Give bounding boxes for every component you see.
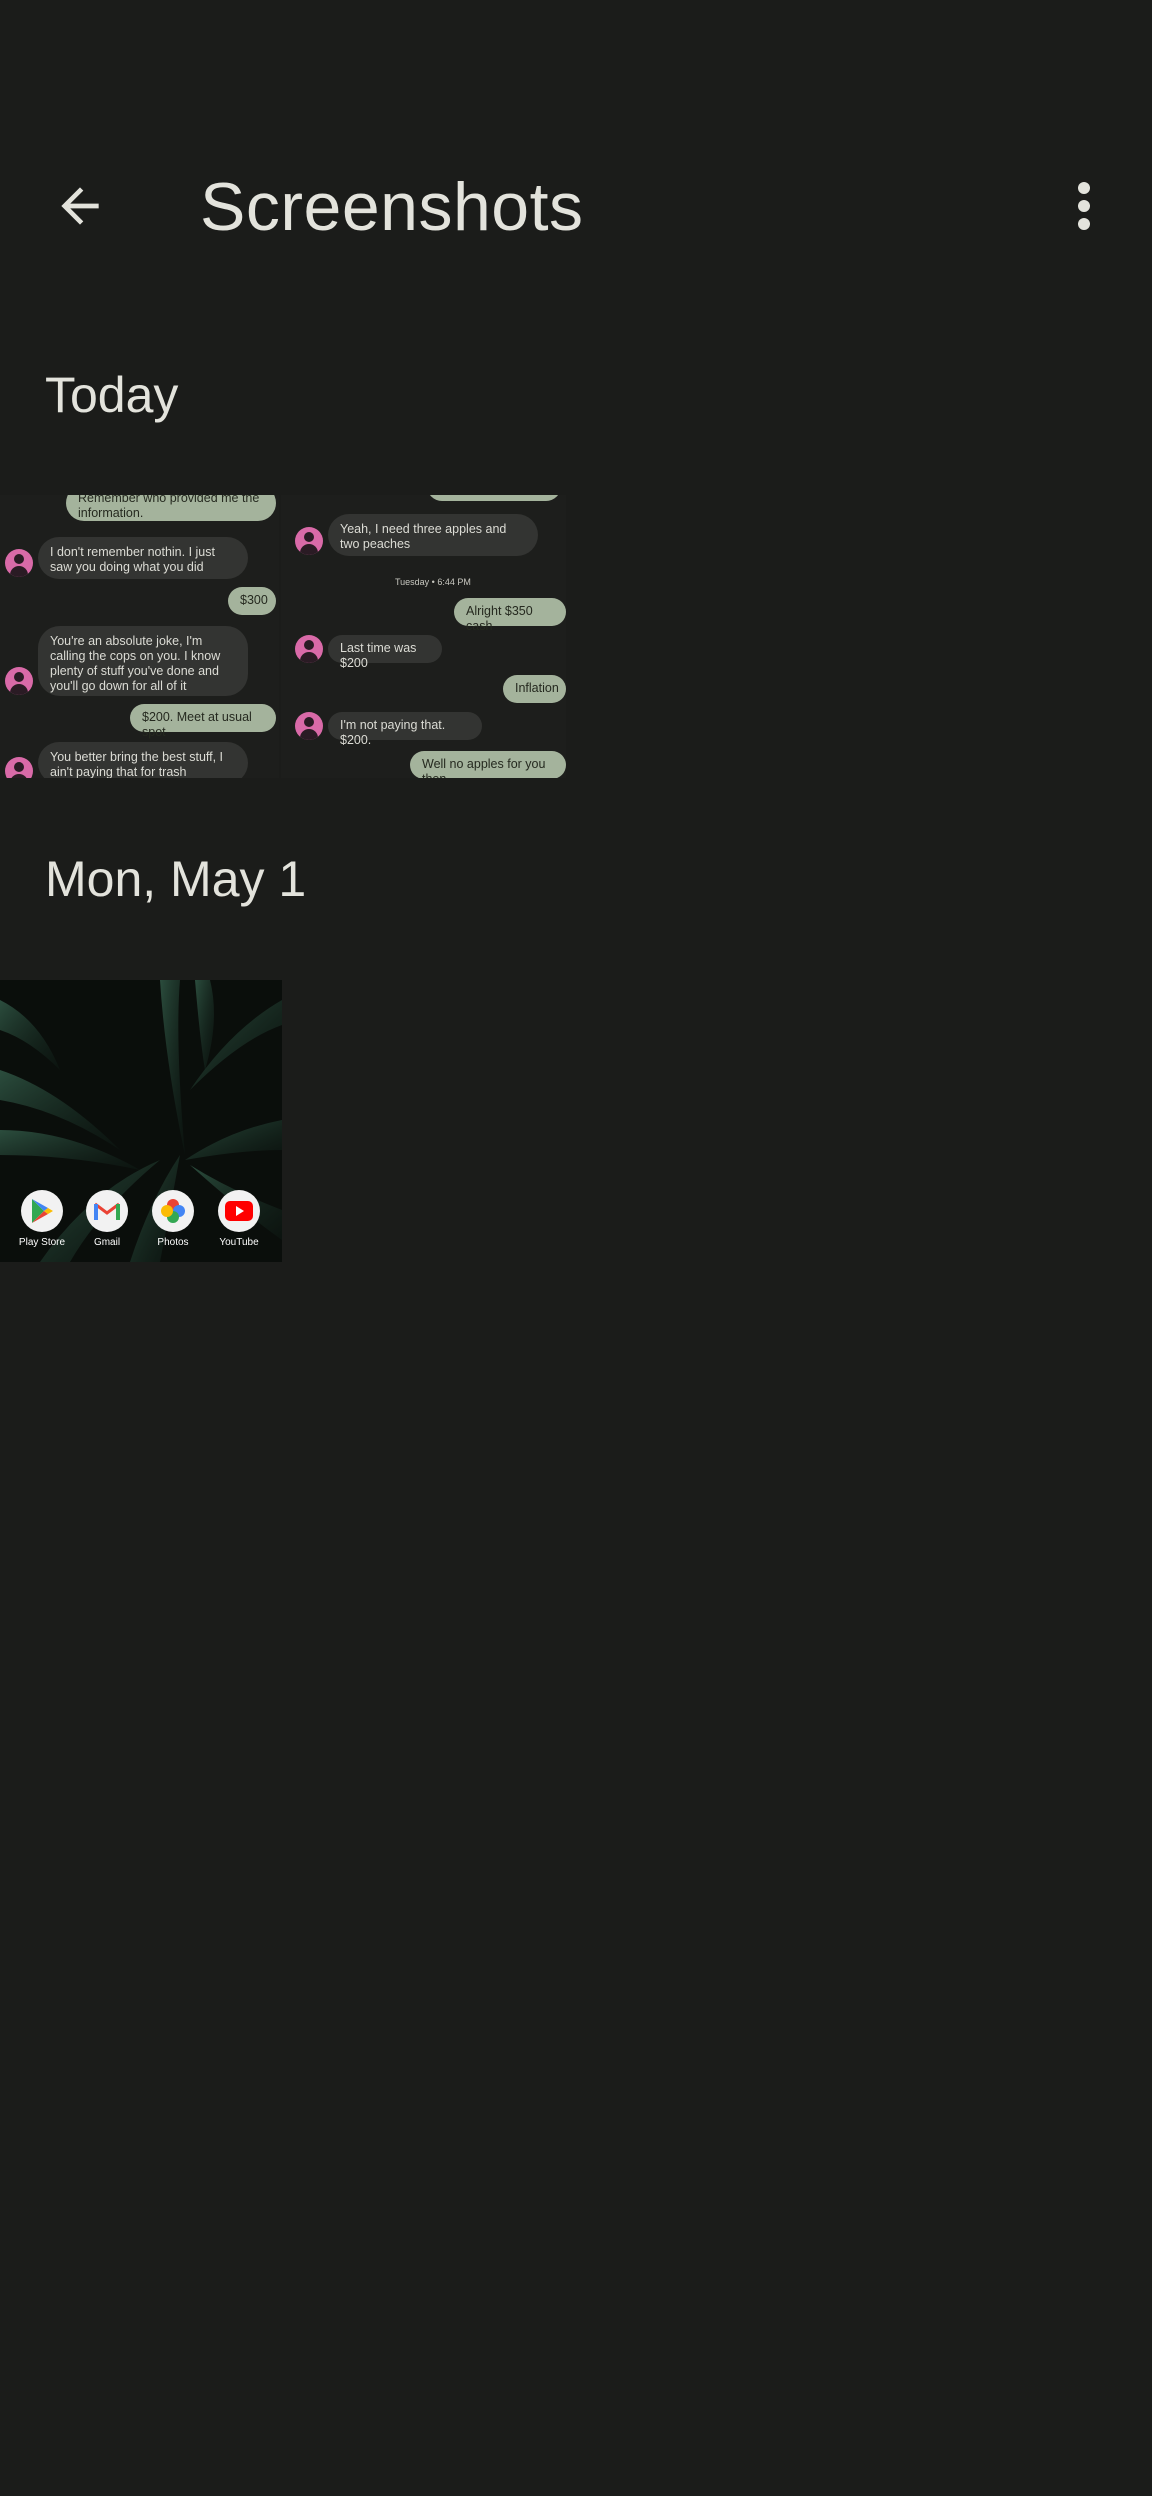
gmail-icon	[86, 1190, 128, 1232]
more-options-button[interactable]	[1044, 166, 1124, 246]
contact-avatar	[295, 712, 323, 740]
photos-icon	[152, 1190, 194, 1232]
chat-bubble-outgoing: Alright $350 cash	[454, 598, 566, 633]
app-label: Photos	[157, 1237, 189, 1248]
top-app-bar: Screenshots	[0, 140, 1152, 270]
contact-avatar	[295, 635, 323, 663]
section-header-today: Today	[45, 367, 179, 423]
chat-bubble-outgoing: $300	[228, 587, 276, 615]
contact-avatar	[5, 549, 33, 577]
chat-bubble-outgoing	[427, 495, 561, 501]
chat-bubble-incoming: Yeah, I need three apples and two peache…	[328, 514, 538, 556]
chat-timestamp: Tuesday • 6:44 PM	[395, 577, 471, 587]
screenshot-thumbnail[interactable]: Yeah, I need three apples and two peache…	[281, 495, 566, 778]
chat-bubble-incoming: You're an absolute joke, I'm calling the…	[38, 626, 248, 696]
app-label: Gmail	[93, 1237, 121, 1248]
arrow-back-icon	[61, 187, 99, 225]
youtube-icon	[218, 1190, 260, 1232]
screenshot-thumbnail[interactable]: Remember who provided me the information…	[0, 495, 279, 778]
chat-bubble-outgoing: Inflation	[503, 675, 566, 703]
chat-bubble-outgoing: Well no apples for you then	[410, 751, 566, 778]
page-title: Screenshots	[200, 169, 584, 245]
contact-avatar	[295, 527, 323, 555]
app-label: YouTube	[219, 1237, 259, 1248]
more-vert-icon	[1078, 182, 1090, 230]
screenshot-thumbnail[interactable]: Play Store Gmail Photos YouTube	[0, 980, 282, 1262]
section-header-mon-may-1: Mon, May 1	[45, 851, 307, 907]
app-label: Play Store	[18, 1237, 66, 1248]
chat-bubble-outgoing: Remember who provided me the information…	[66, 495, 276, 521]
back-button[interactable]	[40, 166, 120, 246]
contact-avatar	[5, 757, 33, 778]
contact-avatar	[5, 667, 33, 695]
chat-bubble-incoming: You better bring the best stuff, I ain't…	[38, 742, 248, 778]
chat-bubble-incoming: I don't remember nothin. I just saw you …	[38, 537, 248, 579]
chat-bubble-incoming: Last time was $200	[328, 635, 442, 670]
play-store-icon	[21, 1190, 63, 1232]
chat-bubble-incoming: I'm not paying that. $200.	[328, 712, 482, 747]
chat-bubble-outgoing: $200. Meet at usual spot	[130, 704, 276, 739]
